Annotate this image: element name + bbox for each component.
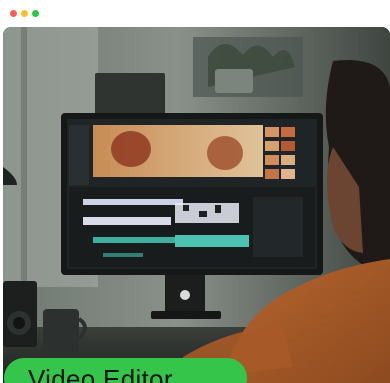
minimize-button[interactable]: [21, 10, 28, 17]
window-controls: [10, 10, 39, 17]
maximize-button[interactable]: [32, 10, 39, 17]
app-window: Video Editor: [0, 0, 390, 383]
hero-photo: [3, 27, 390, 383]
category-badge-label: Video Editor: [28, 364, 173, 383]
hero-image-card: [3, 27, 390, 383]
close-button[interactable]: [10, 10, 17, 17]
category-badge[interactable]: Video Editor: [4, 358, 247, 383]
